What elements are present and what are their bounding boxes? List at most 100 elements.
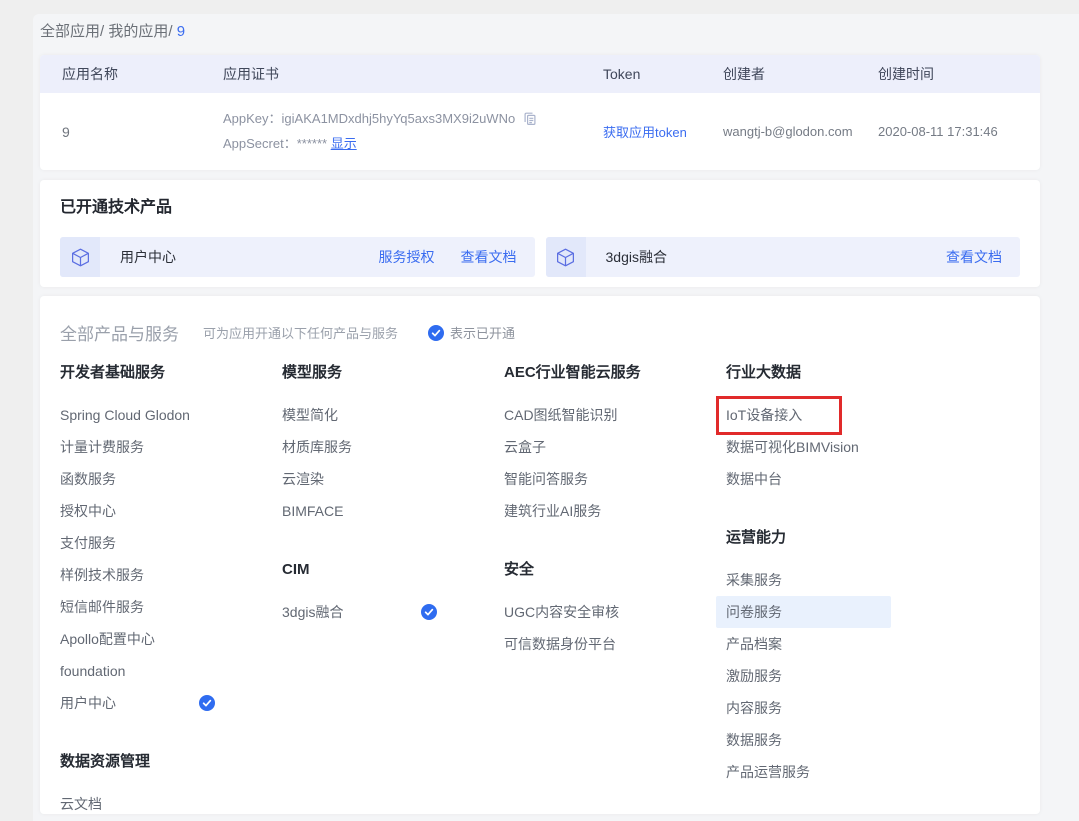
product-group: 行业大数据IoT设备接入数据可视化BIMVision数据中台 [726,362,948,495]
product-item[interactable]: 建筑行业AI服务 [494,495,669,527]
product-card-name: 用户中心 [120,247,176,267]
content-area: 全部应用/ 我的应用/ 9 应用名称应用证书Token创建者创建时间 9 App… [33,14,1079,821]
breadcrumb: 全部应用/ 我的应用/ 9 [40,20,185,41]
catalog-legend: 表示已开通 [428,323,515,342]
breadcrumb-link[interactable]: 全部应用/ [40,23,108,40]
breadcrumb-current: 9 [177,23,185,40]
app-cert-cell: AppKey：igiAKA1MDxdhj5hyYq5axs3MX9i2uWNo … [223,108,603,155]
creator-value: wangtj-b@glodon.com [723,122,858,142]
show-secret-link[interactable]: 显示 [331,136,357,151]
product-item-label: 云盒子 [504,437,546,457]
product-item[interactable]: 授权中心 [50,495,225,527]
product-item[interactable]: 支付服务 [50,527,225,559]
product-item[interactable]: 智能问答服务 [494,463,669,495]
breadcrumb-link[interactable]: 我的应用/ [108,23,176,40]
column-header: Token [603,66,723,82]
appsecret-label: AppSecret： [223,136,297,151]
product-item-label: UGC内容安全审核 [504,602,619,622]
created-time-value: 2020-08-11 17:31:46 [878,124,998,139]
product-item[interactable]: 云文档 [50,788,225,814]
card-link[interactable]: 查看文档 [461,247,517,267]
product-item-label: 支付服务 [60,533,116,553]
breadcrumb-links: 全部应用/ 我的应用/ [40,23,177,40]
product-item-label: 函数服务 [60,469,116,489]
product-group: AEC行业智能云服务 CAD图纸智能识别云盒子智能问答服务建筑行业AI服务 [504,362,726,527]
product-item[interactable]: 材质库服务 [272,431,447,463]
product-item-label: 计量计费服务 [60,437,144,457]
product-item[interactable]: 样例技术服务 [50,559,225,591]
product-item-label: 采集服务 [726,570,782,590]
appkey-value: igiAKA1MDxdhj5hyYq5axs3MX9i2uWNo [282,111,516,126]
product-item-label: 样例技术服务 [60,565,144,585]
product-item[interactable]: CAD图纸智能识别 [494,399,669,431]
table-header-row: 应用名称应用证书Token创建者创建时间 [40,55,1040,93]
activated-products-title: 已开通技术产品 [60,196,1020,220]
product-item[interactable]: Apollo配置中心 [50,623,225,655]
product-item[interactable]: 数据中台 [716,463,891,495]
catalog-column: 行业大数据IoT设备接入数据可视化BIMVision数据中台运营能力采集服务问卷… [726,362,948,814]
activated-check-icon [199,695,215,711]
product-item-label: 3dgis融合 [282,602,343,622]
activated-check-icon [421,604,437,620]
product-group-title: 运营能力 [726,527,948,549]
product-item[interactable]: 数据服务 [716,724,891,756]
copy-icon[interactable] [522,110,537,133]
card-link[interactable]: 查看文档 [946,247,1002,267]
product-item[interactable]: 数据可视化BIMVision [716,431,891,463]
card-link[interactable]: 服务授权 [379,247,435,267]
activated-products-panel: 已开通技术产品 用户中心服务授权查看文档3dgis融合查看文档 [40,180,1040,287]
activated-check-icon [428,325,444,341]
product-item[interactable]: UGC内容安全审核 [494,596,669,628]
token-cell: 获取应用token [603,122,723,141]
catalog-column: 开发者基础服务Spring Cloud Glodon计量计费服务函数服务授权中心… [60,362,282,814]
product-item-label: 激励服务 [726,666,782,686]
product-item[interactable]: 云渲染 [272,463,447,495]
product-item[interactable]: 可信数据身份平台 [494,628,669,660]
product-group: CIM3dgis融合 [282,559,504,628]
product-item-label: CAD图纸智能识别 [504,405,618,425]
product-item-label: 数据中台 [726,469,782,489]
product-item-label: 问卷服务 [726,602,782,622]
product-item-label: 产品运营服务 [726,762,810,782]
product-item[interactable]: IoT设备接入 [716,399,891,431]
product-item[interactable]: 问卷服务 [716,596,891,628]
product-item[interactable]: 3dgis融合 [272,596,447,628]
cube-icon [60,237,100,277]
product-item[interactable]: 用户中心 [50,687,225,719]
product-item-label: 智能问答服务 [504,469,588,489]
product-item[interactable]: 模型简化 [272,399,447,431]
product-item[interactable]: foundation [50,655,225,687]
product-item[interactable]: 内容服务 [716,692,891,724]
product-group: 开发者基础服务Spring Cloud Glodon计量计费服务函数服务授权中心… [60,362,282,719]
catalog-subtitle: 可为应用开通以下任何产品与服务 [203,323,398,342]
product-item-label: 内容服务 [726,698,782,718]
product-item[interactable]: 产品档案 [716,628,891,660]
product-item[interactable]: 产品运营服务 [716,756,891,788]
column-header: 创建者 [723,64,878,84]
product-item-label: 授权中心 [60,501,116,521]
get-token-link[interactable]: 获取应用token [603,125,687,140]
product-item-label: 材质库服务 [282,437,352,457]
product-item-label: IoT设备接入 [726,405,802,425]
product-item-label: 用户中心 [60,693,116,713]
product-group-title: AEC行业智能云服务 [504,362,726,384]
column-header: 创建时间 [878,64,1040,84]
creator-cell: wangtj-b@glodon.com [723,122,878,142]
catalog-grid: 开发者基础服务Spring Cloud Glodon计量计费服务函数服务授权中心… [60,362,1020,814]
product-item[interactable]: 函数服务 [50,463,225,495]
product-item[interactable]: 激励服务 [716,660,891,692]
product-item[interactable]: 计量计费服务 [50,431,225,463]
product-item[interactable]: Spring Cloud Glodon [50,399,225,431]
product-item[interactable]: BIMFACE [272,495,447,527]
product-group-title: 安全 [504,559,726,581]
product-item-label: 模型简化 [282,405,338,425]
cube-icon [546,237,586,277]
app-table-panel: 应用名称应用证书Token创建者创建时间 9 AppKey：igiAKA1MDx… [40,55,1040,170]
product-group: 数据资源管理云文档 [60,751,282,814]
product-item[interactable]: 采集服务 [716,564,891,596]
product-item-label: 建筑行业AI服务 [504,501,601,521]
product-item[interactable]: 云盒子 [494,431,669,463]
product-item-label: 数据服务 [726,730,782,750]
product-item-label: foundation [60,663,125,679]
product-item[interactable]: 短信邮件服务 [50,591,225,623]
